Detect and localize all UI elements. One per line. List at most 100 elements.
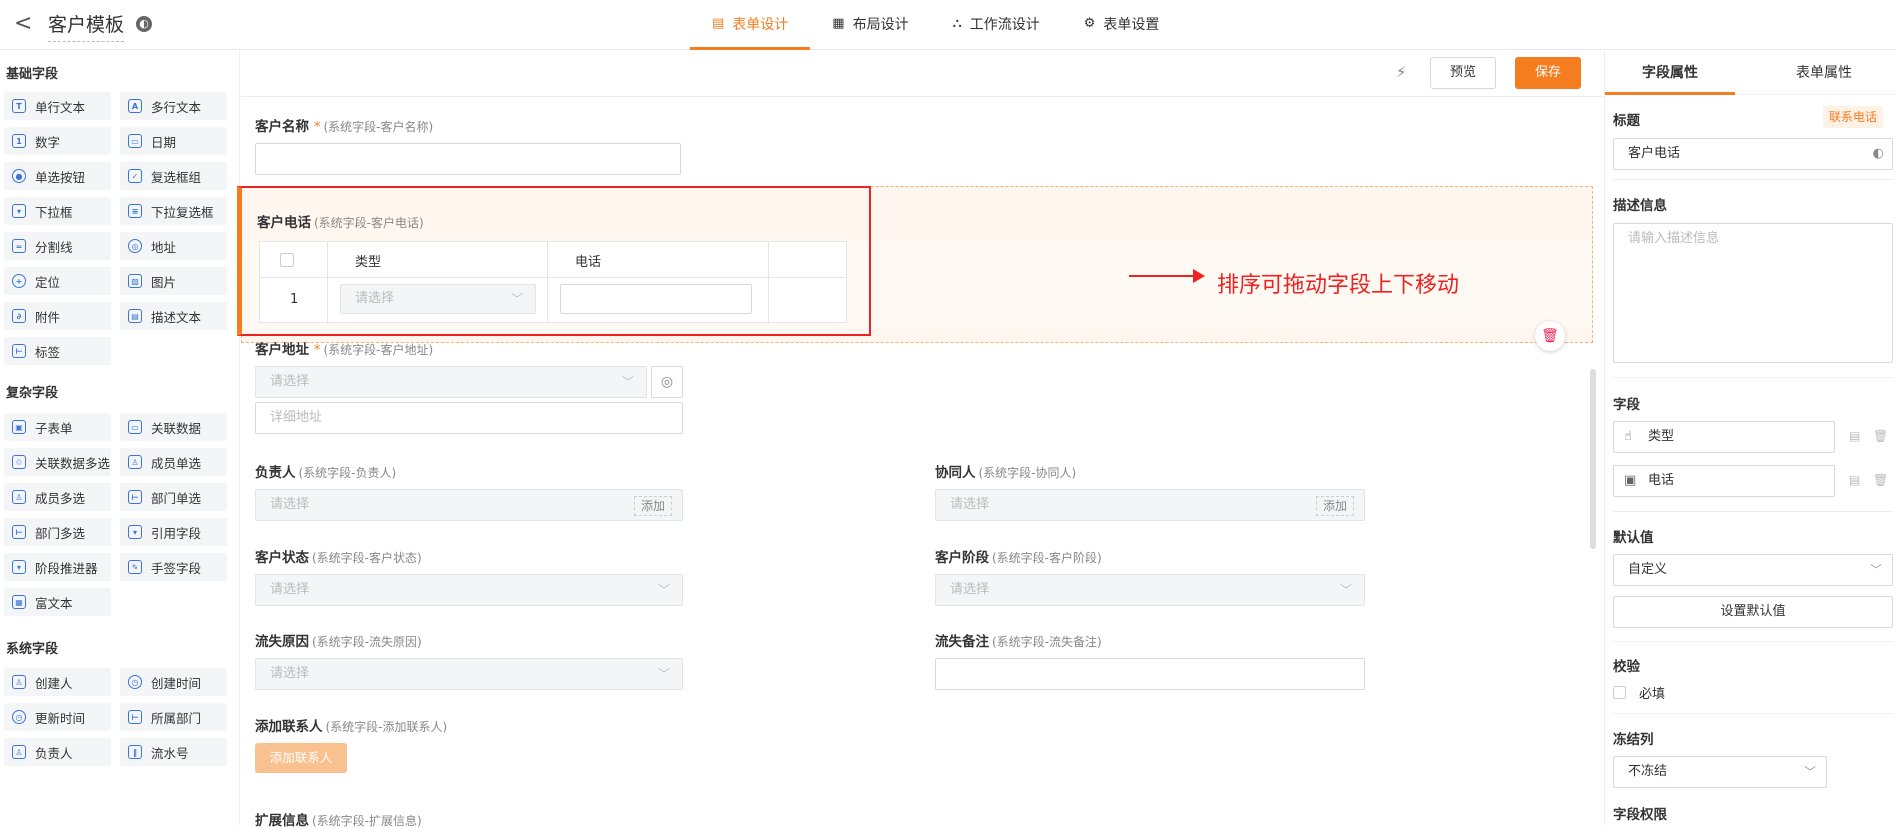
address-region-select[interactable]: 请选择 ﹀	[255, 366, 647, 398]
edit-icon[interactable]: ▤	[1849, 429, 1860, 443]
field-type-icon: ♲	[12, 455, 26, 469]
field-type-icon: ♙	[12, 745, 26, 759]
tab-form-props[interactable]: 表单属性	[1751, 51, 1896, 95]
loss-reason-select[interactable]: 请选择 ﹀	[255, 658, 683, 690]
preview-button[interactable]: 预览	[1430, 57, 1496, 89]
freeze-select[interactable]: 不冻结 ﹀	[1613, 756, 1827, 788]
palette-item[interactable]: = 分割线	[4, 232, 111, 260]
address-detail-input[interactable]: 详细地址	[255, 402, 683, 434]
palette-item[interactable]: ⊢ 标签	[4, 337, 111, 365]
loss-note-input[interactable]	[935, 658, 1365, 690]
collab-add-button[interactable]: 添加	[1315, 496, 1354, 516]
palette-item-label: 子表单	[35, 420, 73, 436]
palette-item[interactable]: ● 单选按钮	[4, 162, 111, 190]
desc-textarea[interactable]: 请输入描述信息	[1613, 223, 1893, 363]
tab-form-settings[interactable]: ⚙ 表单设置	[1062, 0, 1182, 50]
palette-item[interactable]: ∂ 附件	[4, 302, 111, 330]
palette-item[interactable]: ♙ 创建人	[4, 668, 111, 696]
palette-item[interactable]: ▦ 富文本	[4, 588, 111, 616]
palette-item[interactable]: ♙ 成员多选	[4, 483, 111, 511]
palette-item[interactable]: ⊢ 部门多选	[4, 518, 111, 546]
field-type-icon: =	[12, 239, 26, 253]
palette-item-label: 创建时间	[151, 675, 202, 691]
palette-item[interactable]: ▾ 下拉框	[4, 197, 111, 225]
palette-item[interactable]: ♙ 成员单选	[120, 448, 227, 476]
palette-item[interactable]: + 定位	[4, 267, 111, 295]
stage-select[interactable]: 请选择 ﹀	[935, 574, 1365, 606]
palette-item[interactable]: ▣ 子表单	[4, 413, 111, 441]
trash-icon[interactable]: 🗑	[1873, 473, 1888, 487]
globe-icon[interactable]: ◐	[136, 16, 152, 32]
set-default-button[interactable]: 设置默认值	[1613, 596, 1893, 628]
palette-item[interactable]: ▾ 阶段推进器	[4, 553, 111, 581]
field-label-phone[interactable]: 客户电话 (系统字段-客户电话)	[257, 211, 424, 231]
palette-item[interactable]: ▤ 描述文本	[120, 302, 227, 330]
palette-item[interactable]: ▭ 关联数据	[120, 413, 227, 441]
field-type-icon: ▾	[12, 204, 26, 218]
palette-item[interactable]: ⊢ 所属部门	[120, 703, 227, 731]
status-select[interactable]: 请选择 ﹀	[255, 574, 683, 606]
field-type-icon: ▭	[128, 134, 142, 148]
palette-item[interactable]: ✎ 手签字段	[120, 553, 227, 581]
required-checkbox[interactable]	[1613, 686, 1626, 699]
palette-item[interactable]: ▾ 引用字段	[120, 518, 227, 546]
palette-item[interactable]: ♲ 关联数据多选	[4, 448, 111, 476]
tab-form-design[interactable]: ▤ 表单设计	[690, 0, 811, 50]
tab-layout-design[interactable]: ▦ 布局设计	[810, 0, 930, 50]
delete-field-icon[interactable]: 🗑	[1535, 321, 1565, 351]
field-type-icon: ▤	[128, 309, 142, 323]
arrow-annotation	[1129, 269, 1205, 283]
palette-item[interactable]: ≡ 下拉复选框	[120, 197, 227, 225]
field-label-ext: 扩展信息 (系统字段-扩展信息)	[255, 813, 422, 829]
back-icon[interactable]: <	[14, 12, 32, 36]
title-input[interactable]: 客户电话 ◐	[1613, 138, 1893, 170]
tab-label: 表单设计	[732, 16, 789, 33]
save-button[interactable]: 保存	[1515, 57, 1581, 89]
palette-item[interactable]: ♙ 负责人	[4, 738, 111, 766]
field-type-icon: T	[12, 99, 26, 113]
palette-item[interactable]: ▭ 日期	[120, 127, 227, 155]
palette-item-label: 多行文本	[151, 99, 202, 115]
palette-item[interactable]: ‖ 流水号	[120, 738, 227, 766]
owner-picker[interactable]: 请选择 添加	[255, 489, 683, 521]
palette-item[interactable]: T 单行文本	[4, 92, 111, 120]
phone-type-select[interactable]: 请选择 ﹀	[340, 284, 536, 314]
edit-icon[interactable]: ▤	[1849, 473, 1860, 487]
palette-item[interactable]: ◷ 更新时间	[4, 703, 111, 731]
palette-item[interactable]: 1 数字	[4, 127, 111, 155]
freeze-label: 冻结列	[1613, 732, 1654, 748]
collab-picker[interactable]: 请选择 添加	[935, 489, 1365, 521]
magic-wand-icon[interactable]: ⚡	[1396, 63, 1407, 81]
palette-item-label: 负责人	[35, 745, 73, 761]
trash-icon[interactable]: 🗑	[1873, 429, 1888, 443]
field-label-contact: 添加联系人 (系统字段-添加联系人)	[255, 719, 448, 735]
globe-icon[interactable]: ◐	[1873, 139, 1884, 169]
palette-item[interactable]: A 多行文本	[120, 92, 227, 120]
palette-item-label: 日期	[151, 134, 177, 150]
palette-item-label: 描述文本	[151, 309, 202, 325]
phone-number-input[interactable]	[560, 284, 752, 314]
add-contact-button[interactable]: 添加联系人	[255, 743, 347, 773]
palette-item-label: 地址	[151, 239, 177, 255]
tab-workflow-design[interactable]: ⛬ 工作流设计	[931, 0, 1062, 50]
subfield-type[interactable]: ☝ 类型	[1613, 421, 1835, 453]
palette-item[interactable]: ⊢ 部门单选	[120, 483, 227, 511]
palette-item[interactable]: ◷ 创建时间	[120, 668, 227, 696]
palette-item[interactable]: ✓ 复选框组	[120, 162, 227, 190]
page-title[interactable]: 客户模板	[48, 10, 125, 42]
title-label: 标题	[1613, 113, 1640, 129]
subfield-phone[interactable]: ▣ 电话	[1613, 465, 1835, 497]
field-type-icon: ≡	[128, 204, 142, 218]
row-number: 1	[290, 292, 299, 307]
canvas-scrollbar[interactable]	[1590, 369, 1596, 549]
perm-label: 字段权限	[1613, 807, 1667, 823]
default-select[interactable]: 自定义 ﹀	[1613, 554, 1893, 586]
phone-subtable[interactable]: 类型 电话 1 请选择 ﹀	[259, 241, 847, 324]
customer-name-input[interactable]	[255, 143, 681, 175]
location-pin-icon[interactable]: ◎	[651, 366, 683, 398]
palette-item[interactable]: ◎ 地址	[120, 232, 227, 260]
tab-field-props[interactable]: 字段属性	[1605, 51, 1735, 95]
owner-add-button[interactable]: 添加	[633, 496, 672, 516]
select-all-checkbox[interactable]	[280, 253, 294, 267]
palette-item[interactable]: ▨ 图片	[120, 267, 227, 295]
